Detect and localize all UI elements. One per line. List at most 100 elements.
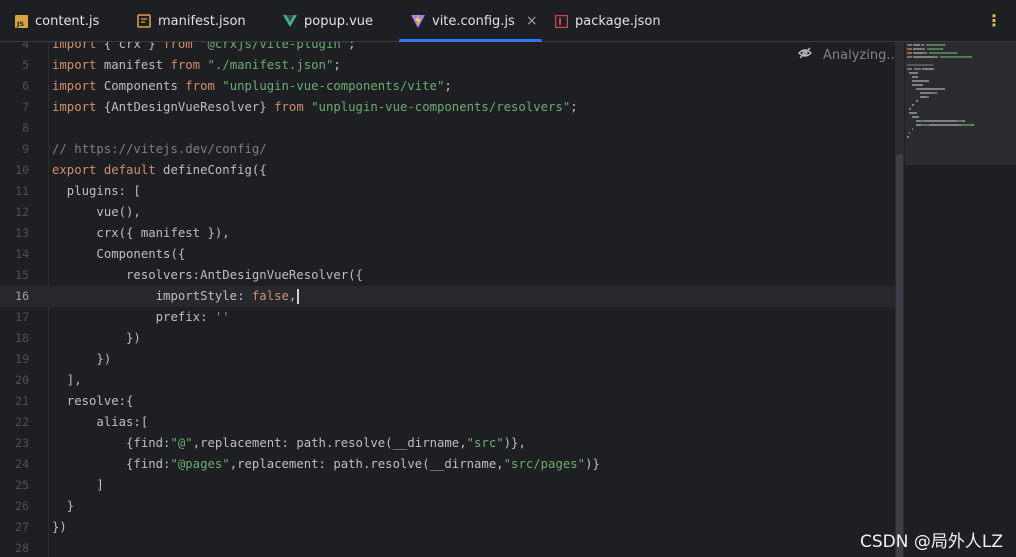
minimap-stroke [913, 48, 922, 50]
tab-manifest-json[interactable]: manifest.json [137, 0, 246, 42]
minimap-stroke [926, 48, 943, 50]
minimap-stroke [907, 44, 913, 46]
code-line[interactable]: 10 export default defineConfig({ [0, 160, 895, 181]
code-line[interactable]: 16 importStyle: false, [0, 286, 895, 307]
code-line[interactable]: 19 }) [0, 349, 895, 370]
code-token: "@pages" [170, 457, 230, 471]
minimap-stroke [924, 120, 958, 122]
code-line[interactable]: 5 import manifest from "./manifest.json"; [0, 55, 895, 76]
code-line[interactable]: 22 alias:[ [0, 412, 895, 433]
line-number: 16 [15, 289, 29, 303]
code-line[interactable]: 4 import { crx } from "@crxjs/vite-plugin… [0, 42, 895, 55]
code-token: "unplugin-vue-components/resolvers" [311, 100, 571, 114]
minimap-stroke [912, 116, 919, 118]
minimap-stroke [939, 56, 971, 58]
line-number: 15 [15, 268, 29, 282]
code-text: prefix: '' [52, 307, 230, 328]
code-line[interactable]: 27}) [0, 517, 895, 538]
line-number: 23 [15, 436, 29, 450]
line-number: 5 [22, 58, 29, 72]
code-text: import Components from "unplugin-vue-com… [52, 76, 452, 97]
code-line[interactable]: 18 }) [0, 328, 895, 349]
code-text: } [52, 496, 74, 517]
minimap-stroke [919, 96, 927, 98]
minimap-stroke [971, 56, 972, 58]
code-token: plugins: [ [52, 184, 141, 198]
code-text: // https://vitejs.dev/config/ [52, 139, 267, 160]
code-line[interactable]: 8 [0, 118, 895, 139]
tab-label: popup.vue [304, 13, 374, 29]
minimap-stroke [907, 68, 913, 70]
more-tabs-icon[interactable]: ⋮ [986, 13, 1002, 29]
minimap-stroke [907, 48, 913, 50]
minimap-stroke [921, 124, 929, 126]
code-line[interactable]: 23 {find:"@",replacement: path.resolve(_… [0, 433, 895, 454]
code-line[interactable]: 11 plugins: [ [0, 181, 895, 202]
code-line[interactable]: 25 ] [0, 475, 895, 496]
code-text: crx({ manifest }), [52, 223, 229, 244]
code-line[interactable]: 12 vue(), [0, 202, 895, 223]
code-line[interactable]: 20 ], [0, 370, 895, 391]
scrollbar-thumb[interactable] [896, 154, 903, 557]
code-token: from [170, 58, 201, 72]
inspection-status[interactable]: Analyzing... [798, 46, 899, 64]
text-caret [297, 289, 300, 304]
code-token: ,replacement: path.resolve(__dirname, [229, 457, 504, 471]
tab-package-json[interactable]: package.json [554, 0, 661, 42]
code-token: // https://vitejs.dev/config/ [52, 142, 267, 156]
code-line[interactable]: 9 // https://vitejs.dev/config/ [0, 139, 895, 160]
code-line[interactable]: 14 Components({ [0, 244, 895, 265]
code-text: }) [52, 349, 111, 370]
code-minimap[interactable] [905, 42, 1016, 165]
code-token: } [52, 499, 75, 513]
code-token: from [163, 42, 193, 51]
line-number: 13 [15, 226, 29, 240]
minimap-stroke [926, 44, 944, 46]
line-number: 14 [15, 247, 29, 261]
code-editor[interactable]: 4 import { crx } from "@crxjs/vite-plugin… [0, 42, 1016, 557]
code-line[interactable]: 24 {find:"@pages",replacement: path.reso… [0, 454, 895, 475]
code-line[interactable]: 26 } [0, 496, 895, 517]
code-text: ], [52, 370, 82, 391]
code-text: resolve:{ [52, 391, 134, 412]
code-token: export [52, 163, 97, 177]
tab-content-js[interactable]: JS content.js [14, 0, 99, 42]
code-line[interactable]: 17 prefix: '' [0, 307, 895, 328]
code-line[interactable]: 6 import Components from "unplugin-vue-co… [0, 76, 895, 97]
minimap-stroke [934, 56, 938, 58]
tab-label: content.js [35, 13, 100, 29]
code-token: { crx } [96, 42, 164, 51]
close-tab-icon[interactable]: × [526, 14, 538, 28]
code-token: ; [444, 79, 452, 93]
code-line[interactable]: 28 [0, 538, 895, 557]
line-number: 17 [15, 310, 29, 324]
minimap-stroke [907, 56, 913, 58]
code-token: alias:[ [52, 415, 149, 429]
tab-popup-vue[interactable]: popup.vue [283, 0, 373, 42]
js-file-icon: JS [14, 14, 28, 28]
code-token: )}, [503, 436, 526, 450]
code-token: }) [52, 331, 141, 345]
code-line[interactable]: 21 resolve:{ [0, 391, 895, 412]
minimap-stroke [928, 124, 962, 126]
code-text: import { crx } from "@crxjs/vite-plugin"… [52, 42, 356, 55]
code-token: "src" [466, 436, 504, 450]
eye-off-icon [798, 47, 812, 63]
code-text: }) [52, 328, 141, 349]
code-line[interactable]: 13 crx({ manifest }), [0, 223, 895, 244]
code-line[interactable]: 15 resolvers:AntDesignVueResolver({ [0, 265, 895, 286]
minimap-stroke [912, 80, 929, 82]
line-number: 21 [15, 394, 29, 408]
code-token: manifest [96, 58, 171, 72]
tab-vite-config-js[interactable]: vite.config.js × [399, 0, 542, 42]
minimap-stroke [912, 84, 924, 86]
code-token: ; [348, 42, 356, 51]
code-text: import manifest from "./manifest.json"; [52, 55, 341, 76]
code-token: resolve:{ [52, 394, 134, 408]
code-token: "./manifest.json" [207, 58, 334, 72]
line-number: 4 [22, 42, 29, 51]
line-number: 22 [15, 415, 29, 429]
code-line[interactable]: 7 import {AntDesignVueResolver} from "unp… [0, 97, 895, 118]
minimap-stroke [935, 92, 937, 94]
minimap-stroke [913, 56, 934, 58]
